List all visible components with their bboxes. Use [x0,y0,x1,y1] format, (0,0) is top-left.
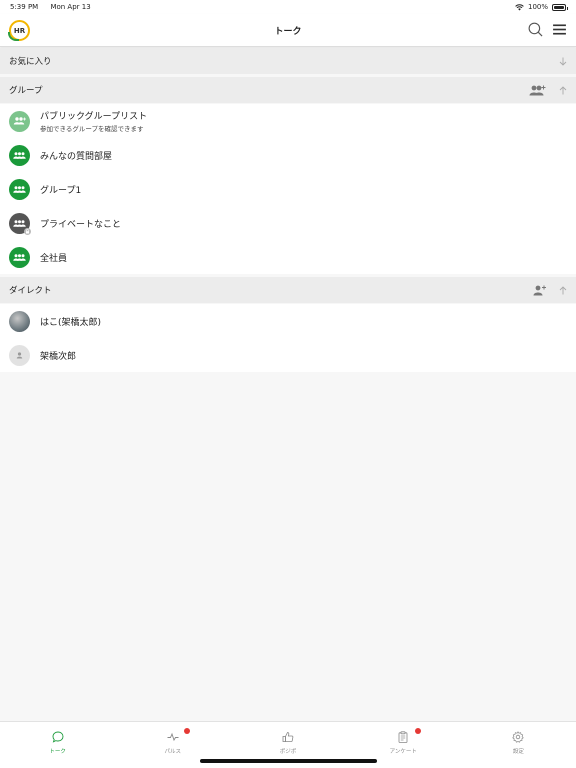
list-item-label: はこ(架橋太郎) [40,317,102,328]
add-user-icon[interactable] [533,285,546,296]
group-icon [9,246,30,268]
status-time: 5:39 PM [10,3,39,11]
list-item-direct[interactable]: はこ(架橋太郎) [0,304,576,338]
home-indicator[interactable] [200,759,377,763]
list-item-label: 全社員 [40,253,68,264]
direct-section-header[interactable]: ダイレクト [0,277,576,303]
groups-section-header[interactable]: グループ [0,77,576,103]
groups-label: グループ [9,86,43,96]
notification-badge [184,728,191,734]
chat-bubble-icon [52,731,64,743]
tab-talk[interactable]: トーク [0,722,115,768]
list-item-group[interactable]: グループ1 [0,172,576,206]
list-item-group[interactable]: みんなの質問部屋 [0,138,576,172]
lock-icon [24,227,31,235]
search-icon[interactable] [528,22,543,37]
favorites-label: お気に入り [9,57,52,67]
user-icon [9,344,30,366]
list-item-group[interactable]: 全社員 [0,240,576,274]
list-item-public-groups[interactable]: パブリックグループリスト 参加できるグループを確認できます [0,104,576,138]
tab-label: パルス [164,749,182,755]
tab-settings[interactable]: 設定 [461,722,576,768]
page-title: トーク [274,26,302,37]
private-group-icon [9,212,31,235]
user-photo [9,310,30,332]
direct-label: ダイレクト [9,286,52,296]
arrow-down-icon[interactable] [559,57,567,66]
group-icon [9,178,30,200]
status-bar: 5:39 PM Mon Apr 13 100% [0,0,576,14]
notification-badge [414,728,421,734]
add-group-icon[interactable] [529,85,546,96]
thumbs-up-icon [282,732,294,742]
group-icon [9,144,30,166]
tab-label: アンケート [389,749,417,755]
list-item-label: グループ1 [40,185,82,196]
pulse-icon [167,732,179,742]
menu-icon[interactable] [553,24,566,35]
wifi-icon [515,3,524,10]
list-item-label: パブリックグループリスト [40,112,148,122]
tab-label: 設定 [512,749,524,755]
battery-icon [552,3,568,11]
list-item-subtitle: 参加できるグループを確認できます [40,125,144,133]
app-header: HR トーク [0,14,576,47]
gear-icon [512,731,525,743]
clipboard-icon [398,731,408,743]
app-logo[interactable]: HR [8,20,30,41]
arrow-up-icon[interactable] [559,285,567,295]
favorites-section-header[interactable]: お気に入り [0,48,576,74]
list-item-direct[interactable]: 架橋次郎 [0,338,576,372]
list-item-label: プライベートなこと [40,219,122,230]
list-item-group[interactable]: プライベートなこと [0,206,576,240]
list-item-label: みんなの質問部屋 [40,151,113,162]
tab-label: ポジポ [279,749,297,755]
list-item-label: 架橋次郎 [40,351,77,362]
direct-list: はこ(架橋太郎) 架橋次郎 [0,304,576,372]
group-add-icon [9,110,30,132]
status-date: Mon Apr 13 [50,3,91,11]
groups-list: パブリックグループリスト 参加できるグループを確認できます みんなの質問部屋 グ… [0,104,576,274]
tab-label: トーク [49,749,66,755]
battery-percent: 100% [527,3,548,11]
arrow-up-icon[interactable] [559,85,567,95]
